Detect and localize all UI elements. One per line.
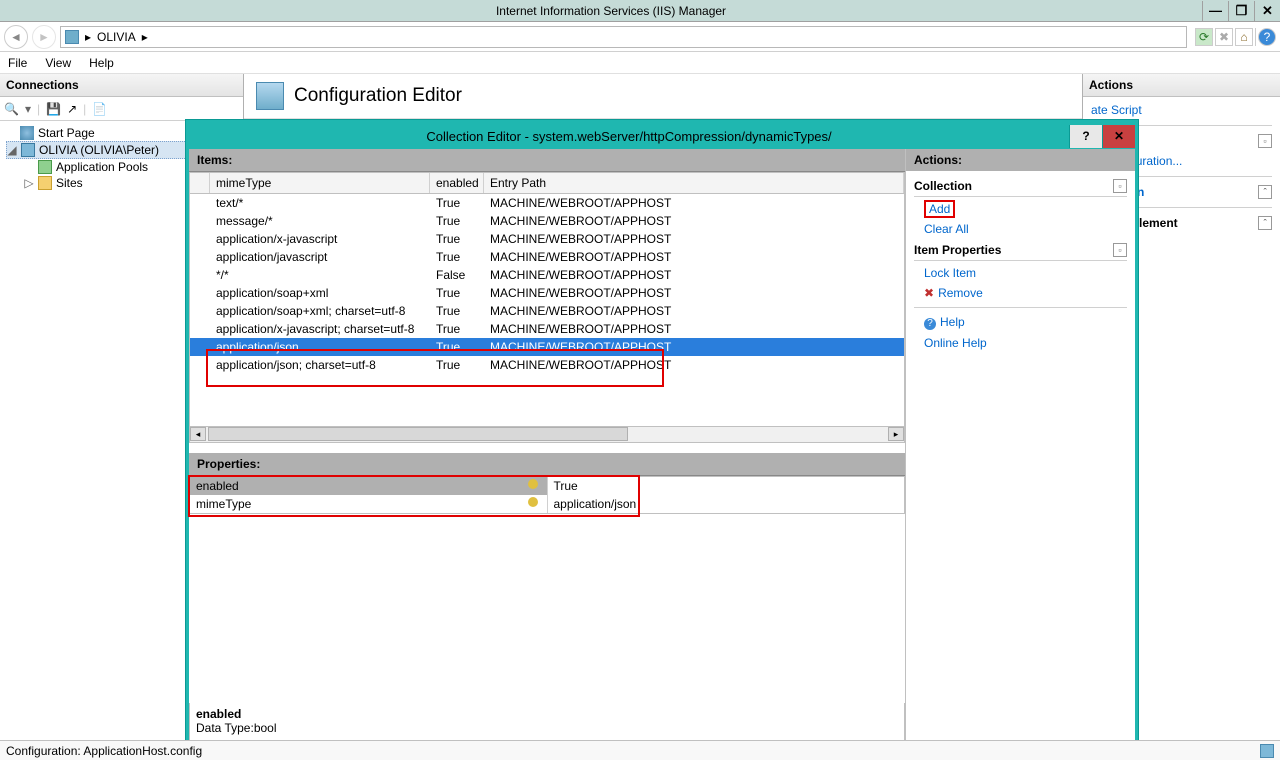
page-title: Configuration Editor bbox=[294, 85, 462, 107]
breadcrumb-sep: ▸ bbox=[142, 30, 148, 44]
forward-button[interactable]: ► bbox=[32, 25, 56, 49]
clear-all-action[interactable]: Clear All bbox=[914, 221, 1127, 237]
table-row[interactable]: application/json; charset=utf-8TrueMACHI… bbox=[190, 356, 904, 374]
home-icon[interactable]: ⌂ bbox=[1235, 28, 1253, 46]
dialog-close-button[interactable]: ✕ bbox=[1102, 125, 1135, 148]
help-action[interactable]: Help bbox=[914, 314, 1127, 331]
lock-item-action[interactable]: Lock Item bbox=[914, 265, 1127, 281]
table-row[interactable]: application/x-javascriptTrueMACHINE/WEBR… bbox=[190, 230, 904, 248]
status-text: Configuration: ApplicationHost.config bbox=[6, 744, 202, 758]
col-mimetype[interactable]: mimeType bbox=[210, 173, 430, 193]
property-row-enabled[interactable]: enabled True bbox=[190, 477, 904, 495]
window-title: Internet Information Services (IIS) Mana… bbox=[20, 4, 1202, 18]
server-icon bbox=[65, 30, 79, 44]
dialog-titlebar: Collection Editor - system.webServer/htt… bbox=[189, 123, 1135, 149]
back-button[interactable]: ◄ bbox=[4, 25, 28, 49]
connect-icon[interactable]: 🔍 bbox=[4, 102, 19, 116]
help-dropdown-icon[interactable]: ? bbox=[1258, 28, 1276, 46]
menu-bar: File View Help bbox=[0, 52, 1280, 74]
table-row[interactable]: application/soap+xml; charset=utf-8TrueM… bbox=[190, 302, 904, 320]
items-grid: mimeType enabled Entry Path text/*TrueMA… bbox=[189, 172, 905, 427]
item-properties-section-label: Item Properties bbox=[914, 243, 1001, 257]
online-help-action[interactable]: Online Help bbox=[914, 335, 1127, 351]
close-button[interactable]: ✕ bbox=[1254, 1, 1280, 21]
refresh-icon[interactable]: ⟳ bbox=[1195, 28, 1213, 46]
collapse-icon[interactable]: ˆ bbox=[1258, 185, 1272, 199]
table-row[interactable]: */*FalseMACHINE/WEBROOT/APPHOST bbox=[190, 266, 904, 284]
property-row-mimetype[interactable]: mimeType application/json bbox=[190, 495, 904, 513]
collapse-icon[interactable]: ˆ bbox=[1258, 216, 1272, 230]
breadcrumb-server[interactable]: OLIVIA bbox=[97, 30, 136, 44]
save-icon[interactable]: 💾 bbox=[46, 102, 61, 116]
col-enabled[interactable]: enabled bbox=[430, 173, 484, 193]
stop-icon[interactable]: ✖ bbox=[1215, 28, 1233, 46]
generate-script-link[interactable]: ate Script bbox=[1091, 103, 1272, 117]
menu-view[interactable]: View bbox=[45, 56, 71, 70]
actions-header: Actions bbox=[1083, 74, 1280, 97]
dialog-help-button[interactable]: ? bbox=[1069, 125, 1102, 148]
address-bar[interactable]: ▸ OLIVIA ▸ bbox=[60, 26, 1187, 48]
scroll-thumb[interactable] bbox=[208, 427, 628, 441]
config-editor-icon bbox=[256, 82, 284, 110]
collection-editor-dialog: Collection Editor - system.webServer/htt… bbox=[186, 120, 1138, 750]
menu-help[interactable]: Help bbox=[89, 56, 114, 70]
breadcrumb-sep: ▸ bbox=[85, 30, 91, 44]
remove-action[interactable]: Remove bbox=[914, 285, 1127, 301]
status-bar: Configuration: ApplicationHost.config bbox=[0, 740, 1280, 760]
minimize-button[interactable]: — bbox=[1202, 1, 1228, 21]
dialog-actions-header: Actions: bbox=[906, 149, 1135, 171]
table-row[interactable]: application/javascriptTrueMACHINE/WEBROO… bbox=[190, 248, 904, 266]
collapse-icon[interactable]: ▫ bbox=[1113, 243, 1127, 257]
horizontal-scrollbar[interactable]: ◂ ▸ bbox=[189, 427, 905, 443]
status-icon bbox=[1260, 744, 1274, 758]
properties-section-label: Properties: bbox=[189, 453, 905, 476]
grid-header: mimeType enabled Entry Path bbox=[190, 173, 904, 194]
dialog-title: Collection Editor - system.webServer/htt… bbox=[189, 129, 1069, 144]
window-titlebar: Internet Information Services (IIS) Mana… bbox=[0, 0, 1280, 22]
table-row[interactable]: application/jsonTrueMACHINE/WEBROOT/APPH… bbox=[190, 338, 904, 356]
restore-button[interactable]: ❐ bbox=[1228, 1, 1254, 21]
scroll-right-arrow[interactable]: ▸ bbox=[888, 427, 904, 441]
scroll-left-arrow[interactable]: ◂ bbox=[190, 427, 206, 441]
key-icon bbox=[528, 497, 538, 507]
connections-toolbar: 🔍 ▾ | 💾 ↗ | 📄 bbox=[0, 97, 243, 121]
key-icon bbox=[528, 479, 538, 489]
refresh-icon[interactable]: 📄 bbox=[92, 102, 107, 116]
add-action[interactable]: Add bbox=[924, 200, 955, 218]
up-icon[interactable]: ↗ bbox=[67, 102, 77, 116]
collapse-icon[interactable]: ▫ bbox=[1258, 134, 1272, 148]
col-entrypath[interactable]: Entry Path bbox=[484, 173, 904, 193]
table-row[interactable]: message/*TrueMACHINE/WEBROOT/APPHOST bbox=[190, 212, 904, 230]
properties-grid: enabled True mimeType application/json bbox=[189, 476, 905, 514]
table-row[interactable]: application/soap+xmlTrueMACHINE/WEBROOT/… bbox=[190, 284, 904, 302]
dialog-actions-panel: Actions: Collection ▫ Add Clear All Item … bbox=[905, 149, 1135, 749]
navigation-bar: ◄ ► ▸ OLIVIA ▸ ⟳ ✖ ⌂ ? bbox=[0, 22, 1280, 52]
items-section-label: Items: bbox=[189, 149, 905, 172]
collection-section-label: Collection bbox=[914, 179, 972, 193]
menu-file[interactable]: File bbox=[8, 56, 27, 70]
connections-header: Connections bbox=[0, 74, 243, 97]
table-row[interactable]: application/x-javascript; charset=utf-8T… bbox=[190, 320, 904, 338]
table-row[interactable]: text/*TrueMACHINE/WEBROOT/APPHOST bbox=[190, 194, 904, 212]
collapse-icon[interactable]: ▫ bbox=[1113, 179, 1127, 193]
